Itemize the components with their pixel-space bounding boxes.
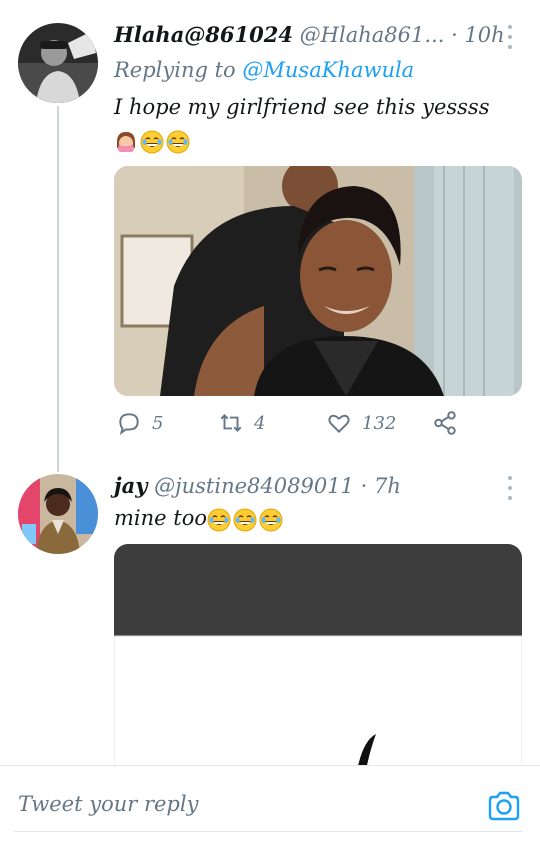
- user-handle[interactable]: @Hlaha861...: [300, 23, 445, 47]
- reply-action[interactable]: 5: [116, 410, 163, 436]
- heart-icon: [328, 414, 350, 434]
- tweet-actions: 5 4 132: [114, 410, 522, 442]
- avatar[interactable]: [18, 23, 98, 103]
- separator-dot: ·: [451, 23, 458, 47]
- tweet-media-image[interactable]: [114, 166, 522, 396]
- separator-dot: ·: [360, 474, 368, 498]
- laughing-emoji: [140, 130, 164, 154]
- laughing-emoji: [259, 508, 283, 532]
- retweet-action[interactable]: 4: [218, 410, 265, 436]
- reply-input[interactable]: Tweet your reply: [18, 792, 198, 816]
- more-options-icon[interactable]: [505, 25, 515, 49]
- like-count: 132: [362, 412, 397, 434]
- face-palm-girl-emoji: [114, 130, 138, 154]
- display-name[interactable]: jay: [114, 473, 147, 498]
- replying-to-line: Replying to @MusaKhawula: [114, 58, 414, 82]
- like-action[interactable]: 132: [326, 410, 396, 436]
- laughing-emoji: [233, 508, 257, 532]
- retweet-count: 4: [254, 412, 266, 434]
- tweet-text: mine too: [114, 506, 285, 532]
- tweet-media-image[interactable]: [114, 544, 522, 784]
- retweet-icon: [220, 414, 242, 432]
- more-options-icon[interactable]: [505, 476, 515, 500]
- tweet-header: jay @justine84089011 · 7h: [114, 473, 401, 498]
- reply-composer: Tweet your reply: [0, 765, 540, 842]
- laughing-emoji: [166, 130, 190, 154]
- share-icon: [434, 411, 456, 435]
- tweet-body: I hope my girlfriend see this yessss: [114, 95, 490, 119]
- laughing-emoji: [207, 508, 231, 532]
- user-handle[interactable]: @justine84089011: [154, 474, 354, 498]
- share-action[interactable]: [432, 410, 458, 436]
- thread-connector-line: [57, 106, 59, 472]
- input-underline: [14, 831, 522, 832]
- tweet-body: mine too: [114, 506, 207, 530]
- tweet-text: I hope my girlfriend see this yessss: [114, 95, 490, 119]
- timestamp[interactable]: 7h: [374, 474, 401, 498]
- tweet-header: Hlaha@861024 @Hlaha861... · 10h: [114, 22, 505, 47]
- reply-icon: [119, 413, 139, 436]
- replying-to-mention[interactable]: @MusaKhawula: [242, 58, 414, 82]
- timestamp[interactable]: 10h: [464, 23, 504, 47]
- camera-icon[interactable]: [486, 788, 522, 824]
- avatar[interactable]: [18, 474, 98, 554]
- reply-count: 5: [152, 412, 164, 434]
- display-name[interactable]: Hlaha@861024: [114, 22, 293, 47]
- tweet-emoji-row: [114, 128, 192, 154]
- replying-to-label: Replying to: [114, 58, 236, 82]
